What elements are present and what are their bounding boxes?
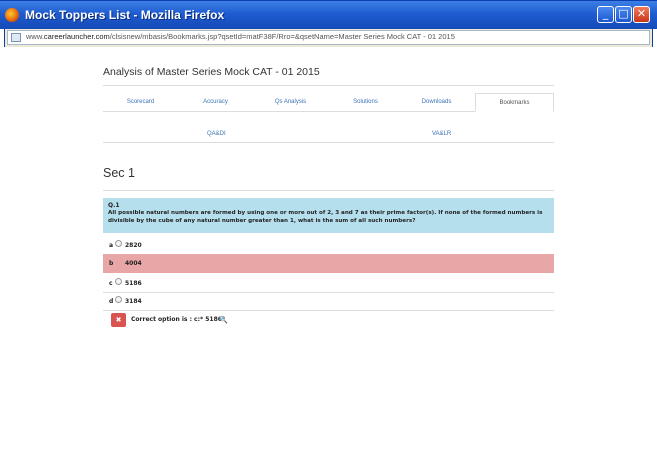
- option-value: 5186: [125, 280, 142, 287]
- url-path: /clsisnew/mbasis/Bookmarks.jsp?qsetId=ma…: [109, 32, 455, 41]
- correct-option-text: Correct option is : c:* 5186*: [131, 316, 226, 323]
- option-letter: d: [109, 298, 114, 305]
- url-text[interactable]: www.careerlauncher.com/clsisnew/mbasis/B…: [26, 32, 455, 41]
- option-b[interactable]: b 4004: [103, 254, 554, 273]
- option-a[interactable]: a 2820: [103, 236, 554, 255]
- minimize-button[interactable]: _: [597, 6, 614, 23]
- maximize-button[interactable]: □: [615, 6, 632, 23]
- url-domain: careerlauncher.com: [43, 32, 110, 41]
- option-value: 4004: [125, 260, 142, 267]
- section-divider: [103, 190, 554, 191]
- tab-qs-analysis[interactable]: Qs Analysis: [253, 93, 328, 112]
- option-letter: a: [109, 242, 114, 249]
- page-title: Analysis of Master Series Mock CAT - 01 …: [103, 66, 320, 78]
- question-number: Q.1: [108, 202, 120, 209]
- option-letter: c: [109, 280, 113, 287]
- option-value: 2820: [125, 242, 142, 249]
- option-c[interactable]: c 5186: [103, 274, 554, 293]
- close-button[interactable]: ✕: [633, 6, 650, 23]
- option-letter: b: [109, 260, 114, 267]
- key-icon[interactable]: 🔍: [219, 316, 228, 324]
- incorrect-icon: ✖: [111, 313, 126, 327]
- question-box: Q.1 All possible natural numbers are for…: [103, 198, 554, 233]
- tab-accuracy[interactable]: Accuracy: [178, 93, 253, 112]
- analysis-tabs: Scorecard Accuracy Qs Analysis Solutions…: [103, 93, 554, 112]
- section-subtabs: QA&DI VA&LR: [103, 126, 554, 143]
- radio-button[interactable]: [115, 296, 122, 303]
- subtab-qa-di[interactable]: QA&DI: [207, 131, 226, 137]
- tab-bookmarks[interactable]: Bookmarks: [475, 93, 554, 112]
- url-field[interactable]: www.careerlauncher.com/clsisnew/mbasis/B…: [7, 30, 650, 45]
- option-d[interactable]: d 3184: [103, 292, 554, 311]
- option-value: 3184: [125, 298, 142, 305]
- section-title: Sec 1: [103, 166, 135, 180]
- tab-solutions[interactable]: Solutions: [328, 93, 403, 112]
- window-titlebar: Mock Toppers List - Mozilla Firefox _ □ …: [0, 0, 657, 29]
- tab-scorecard[interactable]: Scorecard: [103, 93, 178, 112]
- firefox-icon: [5, 8, 19, 22]
- title-divider: [103, 85, 554, 86]
- site-identity-icon[interactable]: [11, 33, 21, 42]
- window-title: Mock Toppers List - Mozilla Firefox: [25, 8, 225, 22]
- radio-button[interactable]: [115, 240, 122, 247]
- question-text: All possible natural numbers are formed …: [108, 210, 543, 224]
- url-prefix: www.: [26, 32, 44, 41]
- radio-button[interactable]: [115, 278, 122, 285]
- subtab-va-lr[interactable]: VA&LR: [432, 131, 451, 137]
- tab-downloads[interactable]: Downloads: [399, 93, 474, 112]
- address-bar: www.careerlauncher.com/clsisnew/mbasis/B…: [4, 29, 653, 47]
